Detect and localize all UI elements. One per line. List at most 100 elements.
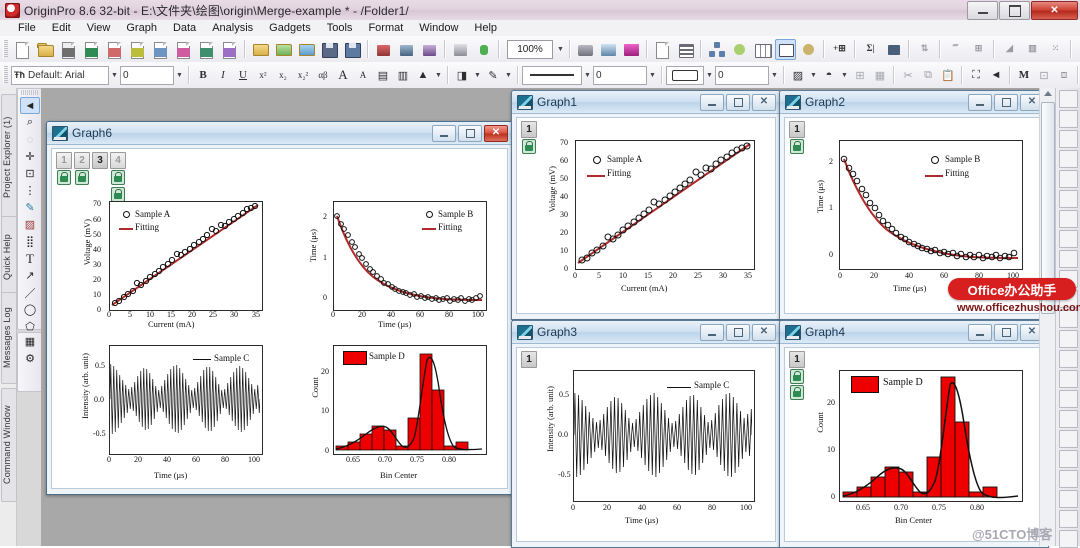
- copy-icon[interactable]: ⧉: [919, 66, 937, 84]
- extract-graph-icon[interactable]: Σ|: [860, 39, 881, 60]
- graph1-maximize-button[interactable]: [726, 94, 750, 111]
- dock-tab-command-window[interactable]: Command Window: [1, 388, 17, 502]
- new-matrix-icon[interactable]: [127, 39, 148, 60]
- distribute-objects-icon[interactable]: [1059, 110, 1078, 128]
- text-tool-icon[interactable]: T: [20, 250, 40, 267]
- stats-columns-icon[interactable]: ⁗: [945, 39, 966, 60]
- link-layers-icon[interactable]: [1059, 490, 1078, 508]
- new-image-icon[interactable]: [219, 39, 240, 60]
- merge-graph-icon[interactable]: [883, 39, 904, 60]
- fill-pattern-dropdown-arrow[interactable]: ▼: [704, 67, 715, 84]
- send-graph-icon[interactable]: [621, 39, 642, 60]
- regional-data-select-tool-icon[interactable]: ⣿: [20, 233, 40, 250]
- graph-window-graph1[interactable]: Graph1 ✕ 1: [511, 90, 781, 320]
- palette-grip[interactable]: [21, 90, 39, 95]
- paste-icon[interactable]: 📋: [939, 66, 957, 84]
- graph4-title-bar[interactable]: Graph4 ✕: [780, 321, 1048, 344]
- import-multiple-ascii-icon[interactable]: [419, 39, 440, 60]
- line-style-dropdown-arrow[interactable]: ▼: [582, 67, 593, 84]
- new-excel-icon[interactable]: [196, 39, 217, 60]
- speed-mode-icon[interactable]: ⚙: [20, 350, 40, 367]
- toolbar-grip[interactable]: [3, 40, 8, 58]
- extract-layers-icon[interactable]: [1059, 470, 1078, 488]
- close-button[interactable]: ✕: [1031, 1, 1078, 20]
- scatter-plot-icon[interactable]: ⁙: [1045, 39, 1066, 60]
- layer-properties-icon[interactable]: [1059, 530, 1078, 548]
- grid-table-icon[interactable]: [1059, 330, 1078, 348]
- scroll-up-arrow-icon[interactable]: [1044, 91, 1052, 96]
- layer-tab-1[interactable]: 1: [56, 152, 72, 169]
- graph-window-graph4[interactable]: Graph4 ✕ 1: [779, 320, 1049, 548]
- dock-tab-messages-log[interactable]: Messages Log: [1, 292, 17, 384]
- menu-item-file[interactable]: File: [10, 20, 44, 36]
- close-toolbar-icon[interactable]: ✕: [1076, 39, 1080, 60]
- new-function-plot-icon[interactable]: [104, 39, 125, 60]
- font-size-field[interactable]: 0: [120, 66, 174, 85]
- graph4-minimize-button[interactable]: [968, 324, 992, 341]
- plot-graph3[interactable]: Sample C Intensity (arb. unit) Time (μs)…: [525, 362, 773, 537]
- graph3-canvas[interactable]: 1 Sample C Intensity (arb. unit) Time (μ…: [516, 347, 776, 542]
- plot-sample-d[interactable]: Sample D Count Bin Center 0 10 20 0.65 0…: [290, 339, 505, 489]
- graph1-title-bar[interactable]: Graph1 ✕: [512, 91, 780, 114]
- curve-tool-icon[interactable]: ◯: [20, 301, 40, 318]
- merge-layers-icon[interactable]: [1059, 450, 1078, 468]
- graph3-title-bar[interactable]: Graph3 ✕: [512, 321, 780, 344]
- font-color-dropdown-arrow[interactable]: ▼: [433, 67, 444, 84]
- plot-sample-c[interactable]: Sample C Intensity (arb. unit) Time (μs)…: [66, 339, 281, 489]
- graph2-minimize-button[interactable]: [968, 94, 992, 111]
- menu-item-graph[interactable]: Graph: [118, 20, 165, 36]
- layer-tab-3[interactable]: 3: [92, 152, 108, 169]
- greek-button[interactable]: αβ: [314, 66, 332, 84]
- zoom-tool-icon[interactable]: ⌕: [20, 114, 40, 131]
- new-layout-icon[interactable]: [150, 39, 171, 60]
- merge-cells-icon[interactable]: ⊞: [851, 66, 869, 84]
- plot-sample-a[interactable]: Sample A Fitting Voltage (mV) Current (m…: [66, 191, 281, 336]
- align-grid-icon[interactable]: [1059, 130, 1078, 148]
- dup-vertical-icon[interactable]: [1059, 390, 1078, 408]
- graph6-title-bar[interactable]: Graph6 ✕: [47, 122, 512, 145]
- font-name-dropdown-arrow[interactable]: ▼: [109, 67, 120, 84]
- line-color-icon[interactable]: ✎: [484, 66, 502, 84]
- decrease-font-button[interactable]: A: [354, 66, 372, 84]
- increase-font-button[interactable]: A: [334, 66, 352, 84]
- layer-tab-4[interactable]: 4: [110, 152, 126, 169]
- layer-management-icon[interactable]: [798, 39, 819, 60]
- results-log-icon[interactable]: [675, 39, 696, 60]
- maximize-button[interactable]: [999, 1, 1030, 20]
- mask-tool-icon[interactable]: ◌: [20, 131, 40, 148]
- same-size-icon[interactable]: [1059, 250, 1078, 268]
- dock-tab-quick-help[interactable]: Quick Help: [1, 216, 17, 298]
- column-plot-icon[interactable]: ▥: [1022, 39, 1043, 60]
- graph-window-graph6[interactable]: Graph6 ✕ 1 2 3 4: [46, 121, 513, 495]
- line-width-field[interactable]: 0: [593, 66, 647, 85]
- minimize-button[interactable]: [967, 1, 998, 20]
- text-object-icon[interactable]: M: [1015, 66, 1033, 84]
- superscript-button[interactable]: x²: [254, 66, 272, 84]
- fill-color-dropdown-arrow[interactable]: ▼: [472, 67, 483, 84]
- add-layer-icon[interactable]: +⊞: [829, 39, 850, 60]
- zoom-dropdown-arrow[interactable]: ▼: [555, 41, 566, 58]
- object-edit-icon[interactable]: ⊡: [1035, 66, 1053, 84]
- new-worksheet-window-icon[interactable]: [752, 39, 773, 60]
- print-preview-icon[interactable]: [598, 39, 619, 60]
- hierarchy-icon[interactable]: [706, 39, 727, 60]
- arrow-tool-icon[interactable]: ↗: [20, 267, 40, 284]
- fill-width-dropdown-arrow[interactable]: ▼: [769, 67, 780, 84]
- plot-graph1[interactable]: Sample A Fitting Voltage (mV) Current (m…: [525, 132, 773, 307]
- new-project-icon[interactable]: [12, 39, 33, 60]
- workspace-vertical-scrollbar[interactable]: [1039, 88, 1055, 546]
- graph2-maximize-button[interactable]: [994, 94, 1018, 111]
- open-template-icon[interactable]: [273, 39, 294, 60]
- new-folder-icon[interactable]: [35, 39, 56, 60]
- screen-reader-tool-icon[interactable]: ⊡: [20, 165, 40, 182]
- graph3-minimize-button[interactable]: [700, 324, 724, 341]
- format-toolbar-grip[interactable]: [3, 66, 8, 84]
- new-graph-window-icon[interactable]: [775, 39, 796, 60]
- menu-item-data[interactable]: Data: [165, 20, 204, 36]
- align-top-edges-icon[interactable]: [1059, 190, 1078, 208]
- align-bottom-edges-icon[interactable]: [1059, 230, 1078, 248]
- save-template-icon[interactable]: [342, 39, 363, 60]
- sort-icon[interactable]: ⇅: [914, 39, 935, 60]
- print-icon[interactable]: [575, 39, 596, 60]
- fill-width-field[interactable]: 0: [715, 66, 769, 85]
